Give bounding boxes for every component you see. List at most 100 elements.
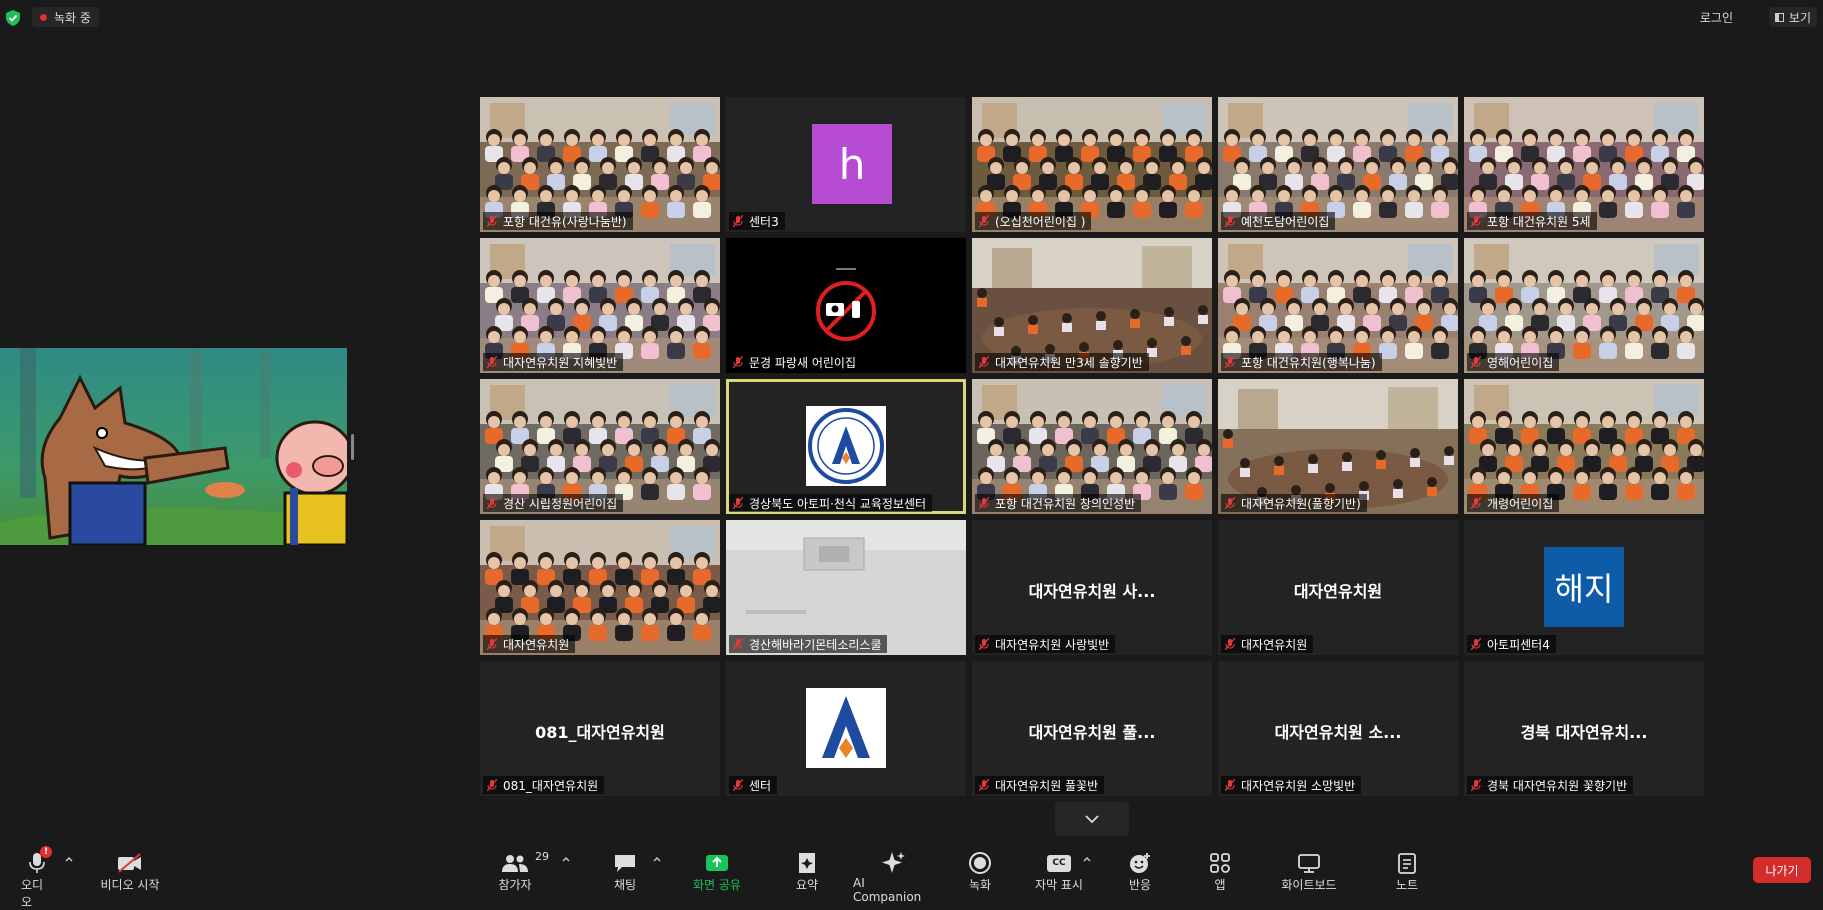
gallery-next-page-button[interactable] — [1055, 802, 1129, 836]
participant-tile[interactable]: 대자연유치원 만3세 솔향기반 — [972, 238, 1212, 373]
participant-name: 대자연유치원 — [503, 637, 570, 652]
participant-name: 센터3 — [749, 214, 779, 229]
ai-sparkle-icon — [882, 852, 905, 873]
participant-tile[interactable]: 대자연유치원 지혜빛반 — [480, 238, 720, 373]
participant-name: 문경 파랑새 어린이집 — [749, 355, 856, 370]
participant-tile[interactable]: (오십천어린이집 ) — [972, 97, 1212, 232]
participant-tile[interactable]: h 센터3 — [726, 97, 966, 232]
participant-name: 경산 시립정원어린이집 — [503, 496, 618, 511]
captions-button[interactable]: CC 자막 표시 — [1032, 850, 1086, 893]
login-button[interactable]: 로그인 — [1700, 9, 1733, 26]
participant-name-label: 문경 파랑새 어린이집 — [729, 353, 862, 371]
muted-mic-icon — [1225, 638, 1235, 650]
participant-tile[interactable]: 경북 대자연유치... 경북 대자연유치원 꽃향기반 — [1464, 661, 1704, 796]
participant-tile[interactable]: 대자연유치원(풀향기반) — [1218, 379, 1458, 514]
muted-mic-icon — [733, 356, 743, 368]
notes-button[interactable]: 노트 — [1394, 850, 1420, 893]
reactions-button[interactable]: 반응 — [1126, 850, 1154, 893]
summary-button[interactable]: 요약 — [792, 850, 822, 893]
participant-name-label: 포항 대건유치원 5세 — [1467, 212, 1597, 230]
audio-warning-badge: ! — [40, 846, 52, 858]
participant-name-label: 경상북도 아토피·천식 교육정보센터 — [729, 494, 933, 512]
participant-tile[interactable]: 081_대자연유치원 081_대자연유치원 — [480, 661, 720, 796]
participant-tile[interactable]: 포항 대건유치원 창의인성반 — [972, 379, 1212, 514]
participant-name: 대자연유치원 — [1241, 637, 1308, 652]
apps-button[interactable]: 앱 — [1206, 850, 1234, 893]
recording-indicator[interactable]: 녹화 중 — [32, 7, 99, 27]
muted-mic-icon — [979, 638, 989, 650]
shared-video-thumbnail[interactable] — [0, 348, 347, 545]
participant-name: (오십천어린이집 ) — [995, 214, 1086, 229]
participant-tile[interactable]: 포항 대건유치원 5세 — [1464, 97, 1704, 232]
participant-name: 포항 대건유치원 창의인성반 — [995, 496, 1136, 511]
participant-display-name: 대자연유치원 — [1293, 582, 1383, 601]
participant-name: 개령어린이집 — [1487, 496, 1554, 511]
muted-mic-icon — [487, 638, 497, 650]
participant-display-name: 대자연유치원 풀... — [1028, 723, 1156, 742]
participant-display-name: 대자연유치원 소... — [1274, 723, 1402, 742]
record-icon — [969, 852, 991, 874]
participant-name: 대자연유치원 사랑빛반 — [995, 637, 1110, 652]
participant-tile[interactable]: 경산해바라기몬테소리스쿨 — [726, 520, 966, 655]
participant-tile[interactable]: 경상북도 아토피·천식 교육정보센터 — [726, 379, 966, 514]
audio-label: 오디오 — [21, 878, 44, 909]
center-a-logo-icon — [822, 696, 870, 758]
participants-button[interactable]: 29 참가자 — [494, 850, 549, 893]
chat-options-caret-icon[interactable] — [652, 854, 662, 864]
whiteboard-button[interactable]: 화이트보드 — [1278, 850, 1340, 893]
participant-name-label: 081_대자연유치원 — [483, 776, 605, 794]
muted-mic-icon — [1471, 638, 1481, 650]
shield-icon[interactable] — [6, 10, 20, 26]
view-button[interactable]: 보기 — [1768, 7, 1817, 27]
participant-tile[interactable]: 대자연유치원 — [480, 520, 720, 655]
participants-count: 29 — [535, 850, 549, 863]
participant-name-label: 센터 — [729, 776, 778, 794]
participant-tile[interactable]: 대자연유치원 소... 대자연유치원 소망빛반 — [1218, 661, 1458, 796]
resize-handle[interactable] — [351, 434, 354, 460]
audio-button[interactable]: ! 오디오 — [21, 846, 53, 910]
muted-mic-icon — [1225, 215, 1235, 227]
summary-label: 요약 — [795, 878, 819, 892]
captions-label: 자막 표시 — [1035, 878, 1083, 892]
participant-tile[interactable]: 문경 파랑새 어린이집 — [726, 238, 966, 373]
participant-tile[interactable]: 대자연유치원 풀... 대자연유치원 풀꽃반 — [972, 661, 1212, 796]
ai-companion-button[interactable]: AI Companion — [853, 850, 933, 904]
record-button[interactable]: 녹화 — [966, 850, 994, 893]
participant-tile[interactable]: 센터 — [726, 661, 966, 796]
participant-name-label: (오십천어린이집 ) — [975, 212, 1092, 230]
participant-tile[interactable]: 영해어린이집 — [1464, 238, 1704, 373]
muted-mic-icon — [1471, 215, 1481, 227]
apps-label: 앱 — [1214, 878, 1226, 892]
participant-tile[interactable]: 개령어린이집 — [1464, 379, 1704, 514]
start-video-button[interactable]: 비디오 시작 — [97, 850, 163, 893]
chat-label: 채팅 — [613, 878, 637, 892]
muted-mic-icon — [979, 215, 989, 227]
participant-display-name: 081_대자연유치원 — [535, 723, 665, 742]
chat-button[interactable]: 채팅 — [610, 850, 640, 893]
participant-name: 경산해바라기몬테소리스쿨 — [749, 637, 882, 652]
participant-name: 대자연유치원 만3세 솔향기반 — [995, 355, 1143, 370]
participant-tile[interactable]: 해지 아토피센터4 — [1464, 520, 1704, 655]
muted-mic-icon — [1225, 497, 1235, 509]
participant-name-label: 센터3 — [729, 212, 785, 230]
muted-mic-icon — [487, 497, 497, 509]
participant-name: 아토피센터4 — [1487, 637, 1550, 652]
leave-button[interactable]: 나가기 — [1753, 857, 1811, 883]
participant-tile[interactable]: 경산 시립정원어린이집 — [480, 379, 720, 514]
audio-options-caret-icon[interactable] — [64, 854, 74, 864]
participant-tile[interactable]: 대자연유치원 사... 대자연유치원 사랑빛반 — [972, 520, 1212, 655]
participant-tile[interactable]: 예천도담어린이집 — [1218, 97, 1458, 232]
participants-options-caret-icon[interactable] — [561, 854, 571, 864]
participant-tile[interactable]: 포항 대건유치원(행복나눔) — [1218, 238, 1458, 373]
participant-tile[interactable]: 대자연유치원 대자연유치원 — [1218, 520, 1458, 655]
captions-options-caret-icon[interactable] — [1082, 854, 1092, 864]
participant-name-label: 경산해바라기몬테소리스쿨 — [729, 635, 888, 653]
muted-mic-icon — [1225, 356, 1235, 368]
share-screen-button[interactable]: 화면 공유 — [688, 850, 746, 893]
participant-tile[interactable]: 포항 대건유(사랑나눔반) — [480, 97, 720, 232]
participant-display-name: 대자연유치원 사... — [1028, 582, 1156, 601]
muted-mic-icon — [733, 215, 743, 227]
reaction-smile-icon — [1130, 853, 1150, 873]
participant-name: 경상북도 아토피·천식 교육정보센터 — [749, 496, 927, 511]
video-off-icon — [118, 853, 141, 873]
